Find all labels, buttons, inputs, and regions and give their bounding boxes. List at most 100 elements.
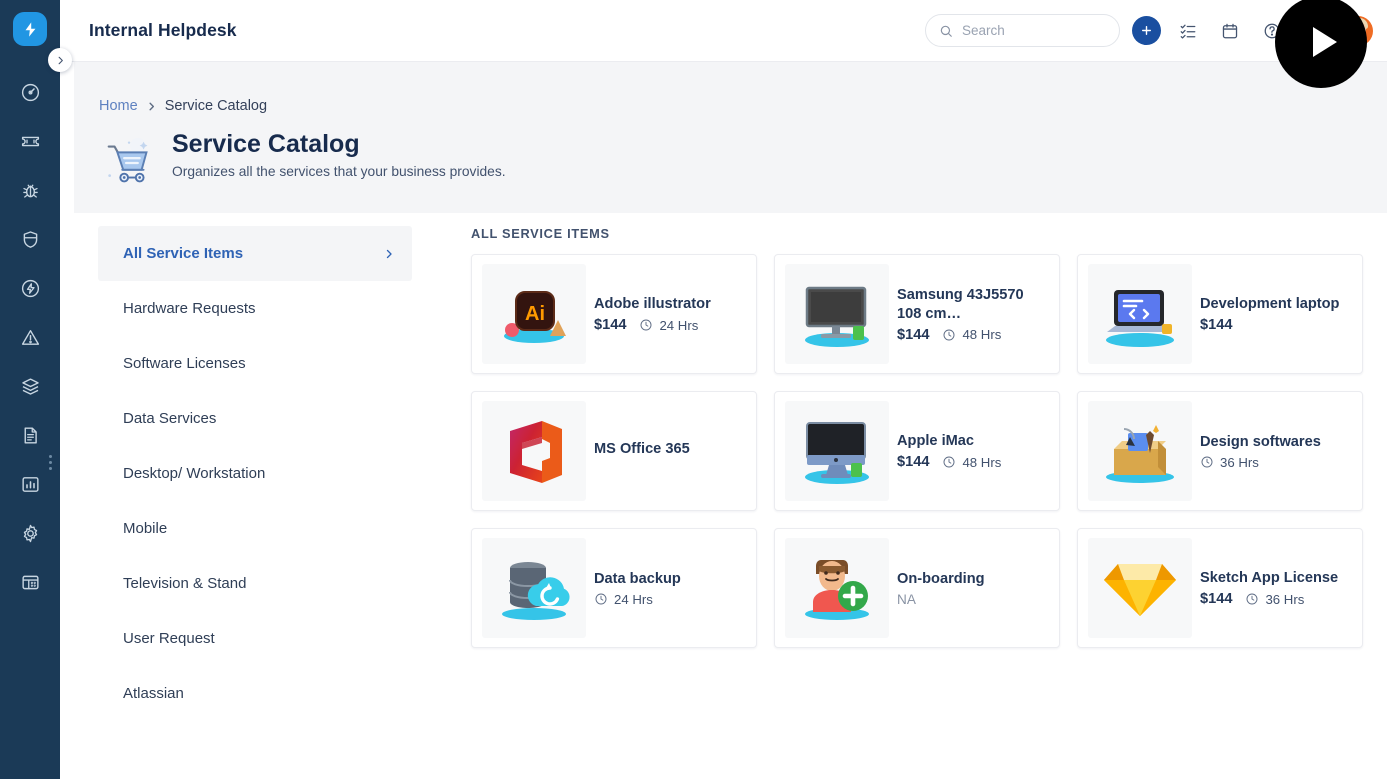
tasks-button[interactable] bbox=[1173, 16, 1203, 46]
rail-item-incidents[interactable] bbox=[0, 313, 60, 362]
service-item-card[interactable]: Design softwares 36 Hrs bbox=[1077, 391, 1363, 511]
service-item-thumbnail bbox=[1088, 538, 1192, 638]
category-item-hardware-requests[interactable]: Hardware Requests bbox=[98, 281, 412, 336]
service-item-card[interactable]: Samsung 43J5570 108 cm… $144 48 Hrs bbox=[774, 254, 1060, 374]
service-item-info: Design softwares 36 Hrs bbox=[1200, 433, 1352, 470]
rail-item-problems[interactable] bbox=[0, 166, 60, 215]
clock-icon bbox=[640, 319, 652, 331]
category-item-label: Desktop/ Workstation bbox=[123, 465, 266, 482]
shield-icon bbox=[23, 231, 37, 248]
service-item-meta: 36 Hrs bbox=[1200, 455, 1352, 470]
service-item-thumbnail bbox=[482, 538, 586, 638]
service-item-eta-label: 48 Hrs bbox=[962, 327, 1002, 342]
search-input[interactable] bbox=[962, 23, 1102, 38]
service-item-card[interactable]: Development laptop $144 bbox=[1077, 254, 1363, 374]
layers-stack-icon bbox=[21, 378, 39, 395]
play-button-overlay[interactable] bbox=[1275, 0, 1367, 88]
service-item-meta: $144 48 Hrs bbox=[897, 327, 1049, 343]
category-item-desktop-workstation[interactable]: Desktop/ Workstation bbox=[98, 446, 412, 501]
monitor-icon bbox=[805, 286, 869, 347]
warning-triangle-icon bbox=[21, 329, 39, 345]
service-item-info: Samsung 43J5570 108 cm… $144 48 Hrs bbox=[897, 286, 1049, 343]
service-item-meta: NA bbox=[897, 592, 1049, 607]
banner-text: Service Catalog Organizes all the servic… bbox=[172, 128, 506, 179]
service-item-card[interactable]: Data backup 24 Hrs bbox=[471, 528, 757, 648]
chevron-right-icon bbox=[58, 56, 63, 64]
service-item-eta-label: 24 Hrs bbox=[614, 591, 653, 607]
create-button[interactable] bbox=[1132, 16, 1161, 45]
category-item-software-licenses[interactable]: Software Licenses bbox=[98, 336, 412, 391]
rail-item-tickets[interactable] bbox=[0, 117, 60, 166]
service-item-info: Data backup 24 Hrs bbox=[594, 570, 746, 607]
service-item-eta: 24 Hrs bbox=[639, 318, 698, 333]
service-item-eta: 24 Hrs bbox=[594, 592, 653, 607]
category-item-all-service-items[interactable]: All Service Items bbox=[98, 226, 412, 281]
service-item-card[interactable]: Ai Adobe illustrator $144 24 Hrs bbox=[471, 254, 757, 374]
rail-item-releases[interactable] bbox=[0, 264, 60, 313]
app-title: Internal Helpdesk bbox=[89, 20, 237, 40]
rail-item-assets[interactable] bbox=[0, 362, 60, 411]
service-item-meta: $144 bbox=[1200, 317, 1352, 333]
category-chevron bbox=[383, 248, 395, 260]
calendar-button[interactable] bbox=[1215, 16, 1245, 46]
rail-overflow-dots-icon[interactable] bbox=[49, 455, 52, 470]
service-item-card[interactable]: MS Office 365 bbox=[471, 391, 757, 511]
service-item-meta: $144 24 Hrs bbox=[594, 317, 746, 333]
breadcrumb-home-link[interactable]: Home bbox=[99, 98, 138, 114]
rail-item-dashboard[interactable] bbox=[0, 68, 60, 117]
category-item-data-services[interactable]: Data Services bbox=[98, 391, 412, 446]
service-item-card[interactable]: Sketch App License $144 36 Hrs bbox=[1077, 528, 1363, 648]
search-icon bbox=[940, 25, 952, 37]
chevron-right-icon bbox=[386, 249, 392, 258]
search-box[interactable] bbox=[925, 14, 1120, 47]
service-item-thumbnail bbox=[1088, 401, 1192, 501]
service-item-eta-label: 36 Hrs bbox=[1220, 454, 1259, 470]
service-item-info: On-boarding NA bbox=[897, 570, 1049, 607]
service-item-thumbnail bbox=[785, 401, 889, 501]
category-item-television-stand[interactable]: Television & Stand bbox=[98, 556, 412, 611]
category-item-label: Hardware Requests bbox=[123, 300, 256, 317]
clock-icon bbox=[1246, 593, 1258, 605]
adobe-illustrator-icon: Ai bbox=[504, 291, 566, 343]
breadcrumb-current: Service Catalog bbox=[164, 98, 268, 114]
dashboard-gauge-icon bbox=[21, 83, 39, 102]
sketch-diamond-icon bbox=[1104, 564, 1176, 616]
app-logo[interactable] bbox=[13, 12, 47, 46]
bar-chart-icon bbox=[21, 477, 39, 492]
service-item-eta-label: 48 Hrs bbox=[962, 454, 1002, 470]
service-item-thumbnail bbox=[1088, 264, 1192, 364]
category-item-label: Television & Stand bbox=[123, 575, 247, 592]
grid-table-icon bbox=[21, 575, 39, 590]
service-item-card[interactable]: Apple iMac $144 48 Hrs bbox=[774, 391, 1060, 511]
service-item-thumbnail: Ai bbox=[482, 264, 586, 364]
service-item-title: Development laptop bbox=[1200, 296, 1340, 312]
service-item-price: $144 bbox=[1200, 591, 1233, 607]
service-item-info: MS Office 365 bbox=[594, 440, 746, 462]
category-item-label: Atlassian bbox=[123, 685, 184, 702]
service-item-eta: 36 Hrs bbox=[1245, 592, 1304, 607]
sidebar-expand-toggle[interactable] bbox=[48, 48, 72, 72]
category-list: All Service Items Hardware Requests Softwa… bbox=[98, 226, 412, 721]
service-item-meta: 24 Hrs bbox=[594, 592, 746, 607]
category-item-label: User Request bbox=[123, 630, 215, 647]
rail-item-changes[interactable] bbox=[0, 215, 60, 264]
service-item-info: Sketch App License $144 36 Hrs bbox=[1200, 569, 1352, 607]
rail-item-knowledge-base[interactable] bbox=[0, 411, 60, 460]
gear-icon bbox=[23, 524, 37, 543]
category-item-label: Software Licenses bbox=[123, 355, 246, 372]
rail-item-admin[interactable] bbox=[0, 558, 60, 607]
service-item-thumbnail bbox=[785, 538, 889, 638]
content-area: All Service Items Hardware Requests Softwa… bbox=[60, 213, 1387, 779]
service-item-title: Apple iMac bbox=[897, 433, 975, 449]
page-subtitle: Organizes all the services that your bus… bbox=[172, 164, 506, 179]
category-item-mobile[interactable]: Mobile bbox=[98, 501, 412, 556]
category-item-atlassian[interactable]: Atlassian bbox=[98, 666, 412, 721]
service-item-title: On-boarding bbox=[897, 570, 985, 587]
chevron-right-icon bbox=[149, 102, 154, 110]
clock-icon bbox=[595, 593, 607, 605]
service-item-card[interactable]: On-boarding NA bbox=[774, 528, 1060, 648]
rail-item-settings[interactable] bbox=[0, 509, 60, 558]
service-item-title: Samsung 43J5570 108 cm… bbox=[897, 286, 1024, 322]
service-item-thumbnail bbox=[482, 401, 586, 501]
category-item-user-request[interactable]: User Request bbox=[98, 611, 412, 666]
